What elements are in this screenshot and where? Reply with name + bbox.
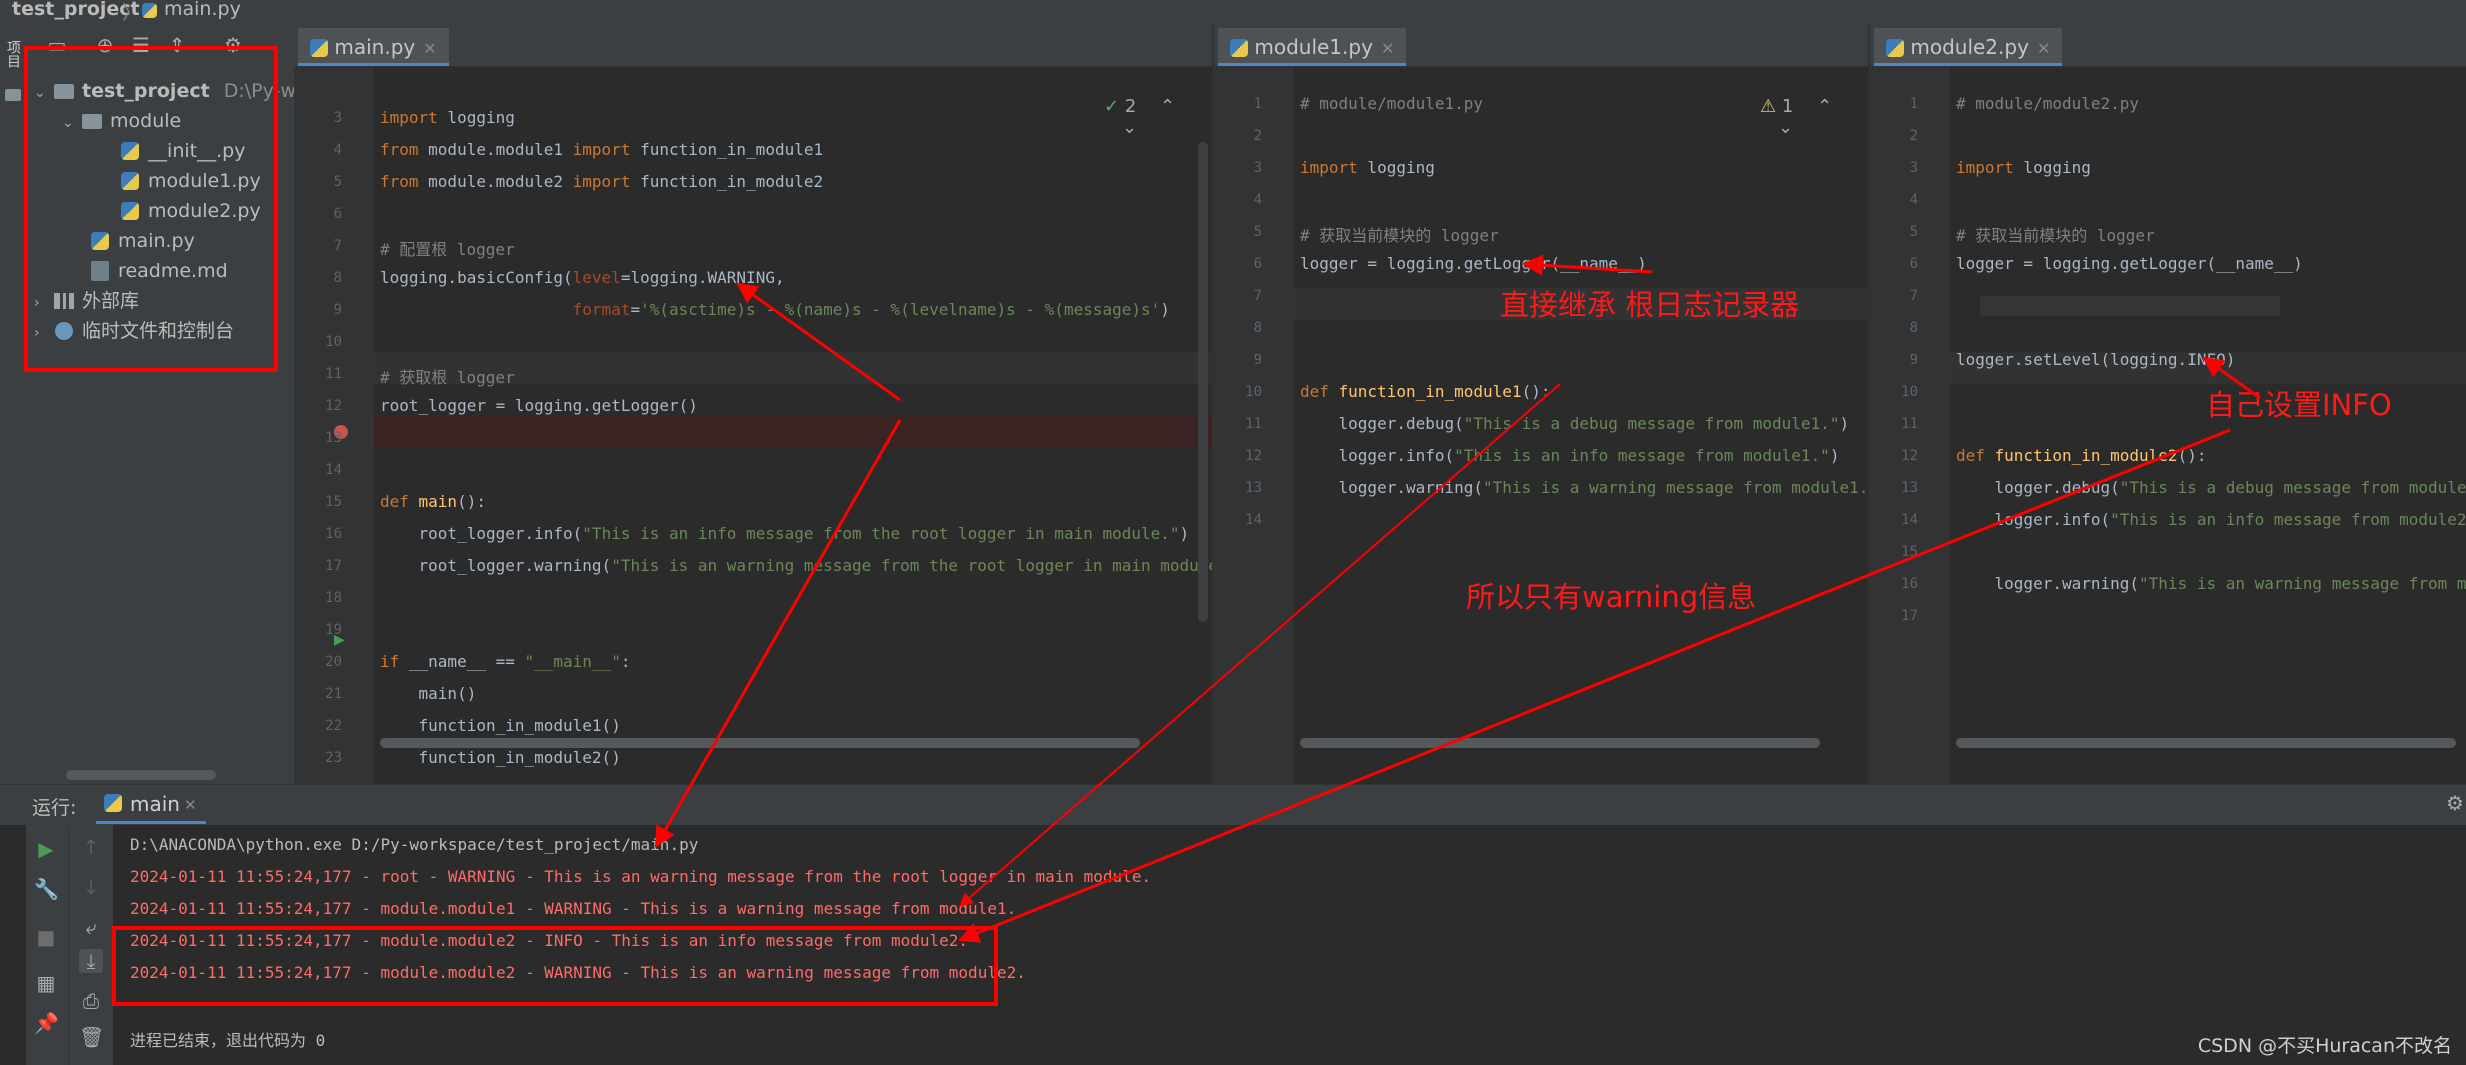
arrow-to-getlogger-module1 xyxy=(1521,254,1653,276)
arrow-to-setlevel xyxy=(2202,356,2261,400)
arrow-to-module2-output xyxy=(958,428,2231,943)
arrow-to-root-output xyxy=(654,419,902,848)
arrow-to-basicconfig xyxy=(736,282,901,402)
arrow-to-module1-output xyxy=(958,383,1561,907)
annotation-arrows xyxy=(654,254,2261,943)
watermark: CSDN @不买Huracan不改名 xyxy=(2197,1035,2452,1057)
